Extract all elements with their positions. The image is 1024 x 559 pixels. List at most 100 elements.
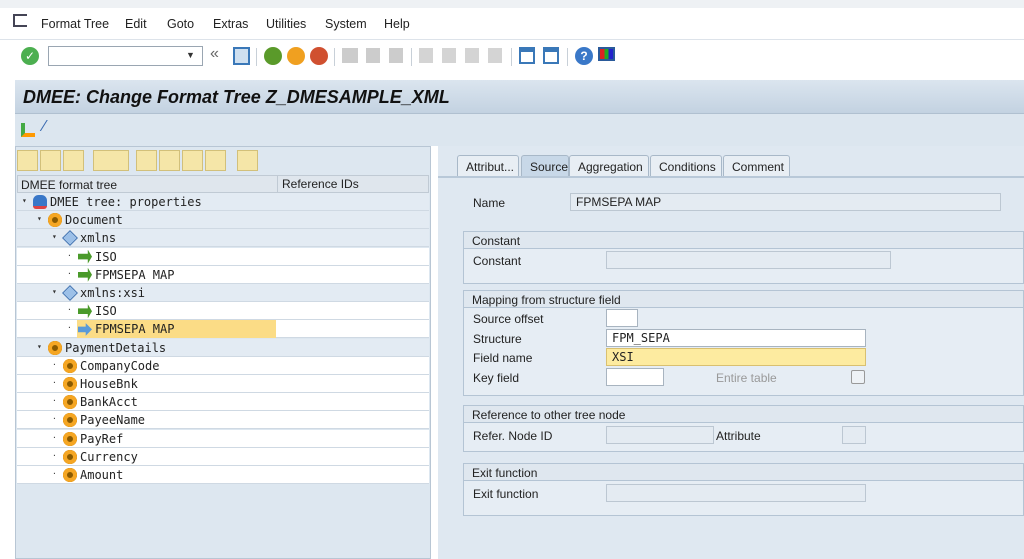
next-page-icon[interactable] [465, 48, 479, 63]
leaf-bullet-icon: · [67, 305, 72, 315]
node-icon [48, 340, 62, 355]
page-title: DMEE: Change Format Tree Z_DMESAMPLE_XML [23, 87, 450, 107]
shortcut-icon[interactable] [543, 47, 559, 64]
exit-icon[interactable] [287, 47, 305, 65]
collapse-toggle-icon[interactable]: ▾ [37, 214, 42, 223]
tree-row[interactable]: · FPMSEPA MAP [17, 320, 429, 339]
last-page-icon[interactable] [488, 48, 502, 63]
tree-node-label[interactable]: ISO [95, 250, 117, 264]
tree-node-label[interactable]: ISO [95, 304, 117, 318]
refer-node-label: Refer. Node ID [473, 429, 553, 443]
attribute-field[interactable] [842, 426, 866, 444]
key-field-field[interactable] [606, 368, 664, 386]
tab-conditions[interactable]: Conditions [650, 155, 722, 177]
copy-icon[interactable] [159, 150, 180, 171]
menu-utilities[interactable]: Utilities [266, 17, 306, 31]
exit-function-field[interactable] [606, 484, 866, 502]
first-page-icon[interactable] [419, 48, 433, 63]
tree-node-label[interactable]: DMEE tree: properties [50, 195, 202, 209]
tree-row[interactable]: · ISO [17, 247, 429, 266]
tree-row[interactable]: ▾ xmlns [17, 229, 429, 248]
customize-layout-icon[interactable] [598, 47, 615, 61]
swap-icon[interactable] [237, 150, 258, 171]
tree-row[interactable]: ▾ PaymentDetails [17, 338, 429, 357]
find-icon[interactable] [63, 150, 84, 171]
field-name-field[interactable]: XSI [606, 348, 866, 366]
refer-node-field[interactable] [606, 426, 714, 444]
new-session-icon[interactable] [519, 47, 535, 64]
source-offset-field[interactable] [606, 309, 638, 327]
system-menu-icon[interactable] [13, 14, 27, 27]
tree-row[interactable]: · Amount [17, 466, 429, 484]
column-header-reference-ids[interactable]: Reference IDs [277, 176, 359, 193]
tree-row[interactable]: ▾ xmlns:xsi [17, 284, 429, 302]
tree-node-label[interactable]: xmlns:xsi [80, 286, 145, 300]
tree-row[interactable]: ▾ Document [17, 211, 429, 230]
tree-node-label[interactable]: PayRef [80, 432, 123, 446]
find-next-icon[interactable] [389, 48, 403, 63]
help-icon[interactable]: ? [575, 47, 593, 65]
collapse-command-icon[interactable]: « [210, 45, 219, 63]
collapse-toggle-icon[interactable]: ▾ [37, 342, 42, 351]
create-node-icon[interactable] [93, 150, 129, 171]
tab-comment[interactable]: Comment [723, 155, 790, 177]
tree-node-label[interactable]: PayeeName [80, 413, 145, 427]
tree-node-label[interactable]: CompanyCode [80, 359, 159, 373]
node-icon [63, 431, 77, 446]
find-icon[interactable] [366, 48, 380, 63]
menu-goto[interactable]: Goto [167, 17, 194, 31]
tab-aggregation[interactable]: Aggregation [569, 155, 649, 177]
cut-icon[interactable] [136, 150, 157, 171]
delete-icon[interactable] [205, 150, 226, 171]
tree-row[interactable]: · Currency [17, 447, 429, 466]
entire-table-checkbox[interactable] [851, 370, 865, 384]
tree-node-label[interactable]: xmlns [80, 231, 116, 245]
tree-node-label[interactable]: Amount [80, 468, 123, 482]
name-field[interactable]: FPMSEPA MAP [570, 193, 1001, 211]
tree-node-label[interactable]: FPMSEPA MAP [95, 268, 174, 282]
tree-row[interactable]: ▾ DMEE tree: properties [17, 193, 429, 211]
tree-node-label[interactable]: Document [65, 213, 123, 227]
node-icon [48, 213, 62, 228]
back-icon[interactable] [264, 47, 282, 65]
collapse-toggle-icon[interactable]: ▾ [22, 196, 27, 205]
enter-icon[interactable]: ✓ [21, 47, 39, 65]
command-dropdown-icon[interactable]: ▼ [186, 50, 195, 60]
prev-page-icon[interactable] [442, 48, 456, 63]
tree-node-label[interactable]: FPMSEPA MAP [95, 322, 174, 336]
menu-format-tree[interactable]: Format Tree [41, 17, 109, 31]
menu-help[interactable]: Help [384, 17, 410, 31]
structure-field[interactable]: FPM_SEPA [606, 329, 866, 347]
tree-node-label[interactable]: HouseBnk [80, 377, 138, 391]
tree-row[interactable]: · BankAcct [17, 393, 429, 412]
save-icon[interactable] [233, 47, 250, 65]
tree-node-label[interactable]: PaymentDetails [65, 341, 166, 355]
column-header-format-tree[interactable]: DMEE format tree [21, 178, 117, 192]
tree-node-label[interactable]: BankAcct [80, 395, 138, 409]
menu-system[interactable]: System [325, 17, 367, 31]
tab-attributes[interactable]: Attribut... [457, 155, 519, 177]
tree-row[interactable]: · HouseBnk [17, 375, 429, 393]
tree-row[interactable]: · ISO [17, 302, 429, 321]
collapse-toggle-icon[interactable]: ▾ [52, 232, 57, 241]
node-icon [63, 358, 77, 373]
wizard-icon[interactable]: ⁄ [43, 118, 46, 136]
tree-row[interactable]: · CompanyCode [17, 356, 429, 375]
cancel-icon[interactable] [310, 47, 328, 65]
paste-icon[interactable] [182, 150, 203, 171]
hierarchy-icon[interactable] [21, 123, 35, 137]
menu-edit[interactable]: Edit [125, 17, 147, 31]
print-icon[interactable] [342, 48, 358, 63]
expand-subtree-icon[interactable] [17, 150, 38, 171]
collapse-subtree-icon[interactable] [40, 150, 61, 171]
leaf-bullet-icon: · [52, 378, 57, 387]
tree-node-label[interactable]: Currency [80, 450, 138, 464]
command-field[interactable] [48, 46, 203, 66]
tab-source[interactable]: Source [521, 155, 569, 177]
tree-row[interactable]: · PayeeName [17, 411, 429, 430]
tree-row[interactable]: · PayRef [17, 429, 429, 448]
constant-field[interactable] [606, 251, 891, 269]
menu-extras[interactable]: Extras [213, 17, 248, 31]
collapse-toggle-icon[interactable]: ▾ [52, 287, 57, 296]
tree-row[interactable]: · FPMSEPA MAP [17, 265, 429, 284]
